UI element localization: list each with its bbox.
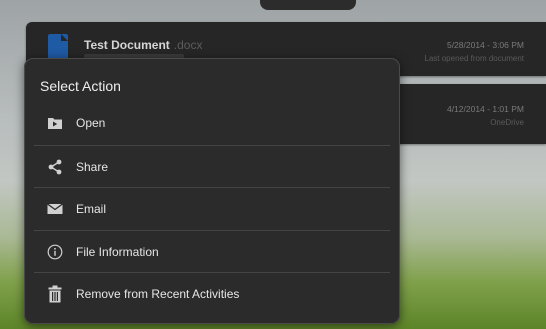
share-action[interactable]: Share	[34, 144, 390, 188]
open-label: Open	[76, 116, 106, 130]
share-icon	[46, 158, 64, 176]
document-location: OneDrive	[490, 118, 524, 127]
select-action-dialog: Select Action Open Share Email File Info…	[24, 58, 400, 324]
file-information-action[interactable]: File Information	[34, 229, 390, 273]
notification-tab	[260, 0, 356, 10]
action-list: Open Share Email File Information Remove…	[24, 102, 400, 315]
document-date: 4/12/2014 - 1:01 PM	[446, 104, 524, 114]
info-icon	[46, 243, 64, 261]
email-icon	[46, 200, 64, 218]
document-title: Test Document .docx	[84, 38, 202, 52]
open-icon	[46, 114, 64, 132]
file-information-label: File Information	[76, 244, 159, 259]
dialog-title: Select Action	[40, 78, 121, 94]
trash-icon	[46, 285, 64, 303]
word-document-icon	[48, 34, 68, 60]
email-label: Email	[76, 202, 107, 216]
document-location: Last opened from document	[424, 54, 524, 63]
document-extension: .docx	[173, 38, 203, 52]
share-label: Share	[76, 159, 109, 174]
document-name: Test Document	[84, 38, 170, 52]
document-date: 5/28/2014 - 3:06 PM	[446, 40, 524, 50]
email-action[interactable]: Email	[34, 187, 390, 230]
remove-from-recent-label: Remove from Recent Activities	[76, 287, 240, 301]
open-action[interactable]: Open	[34, 102, 390, 145]
remove-from-recent-action[interactable]: Remove from Recent Activities	[34, 272, 390, 315]
